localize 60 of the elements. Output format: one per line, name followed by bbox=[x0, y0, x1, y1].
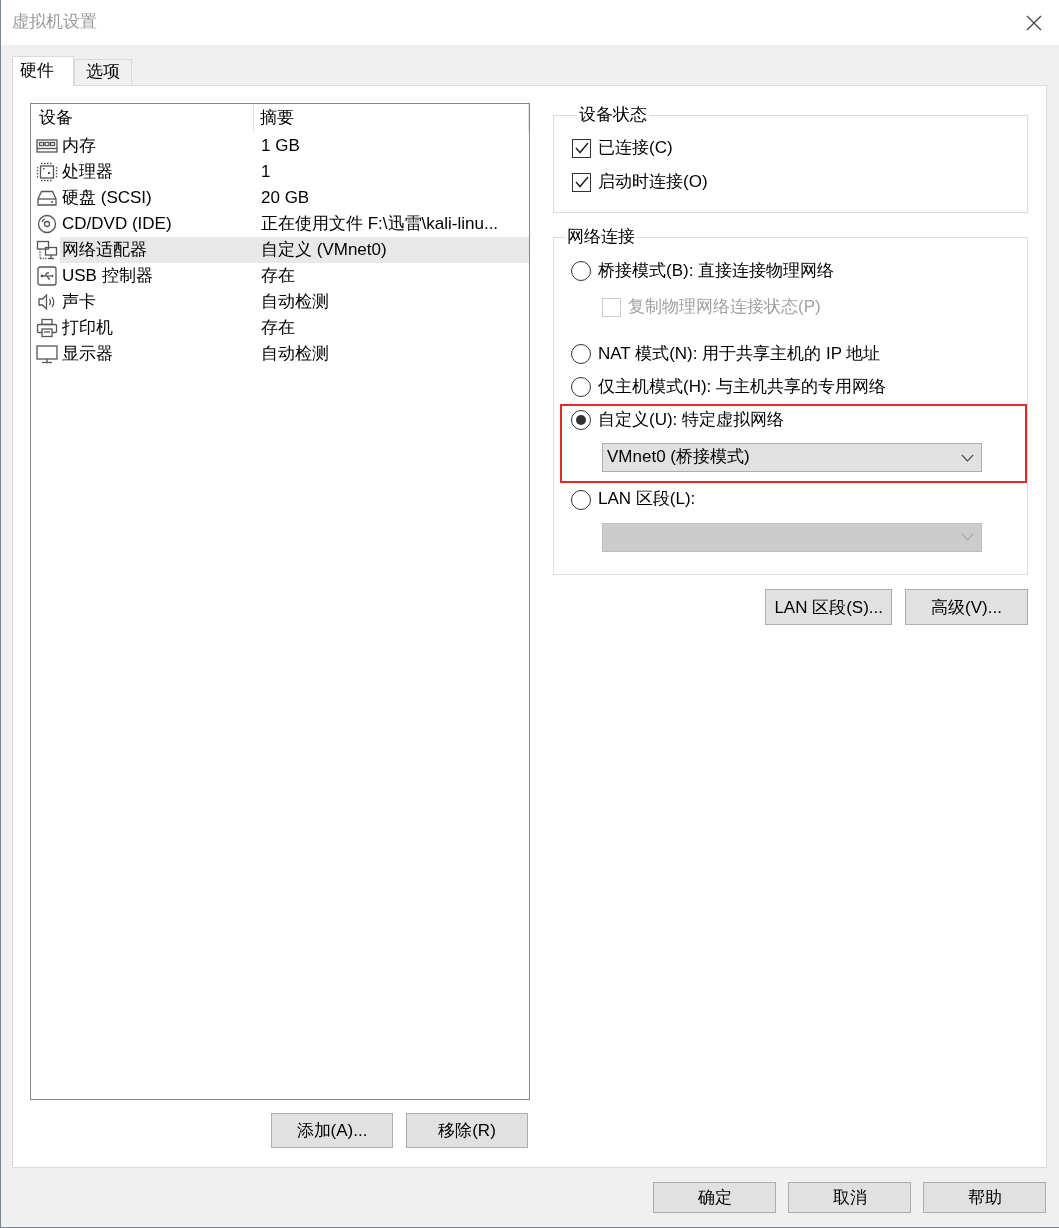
radio-label[interactable]: NAT 模式(N): 用于共享主机的 IP 地址 bbox=[598, 343, 881, 365]
device-name[interactable]: 网络适配器 bbox=[60, 237, 254, 263]
help-button[interactable]: 帮助 bbox=[923, 1182, 1046, 1213]
checkbox[interactable] bbox=[572, 138, 591, 158]
disc-icon bbox=[36, 214, 58, 234]
lan-segments-button[interactable]: LAN 区段(S)... bbox=[765, 589, 892, 625]
remove-button[interactable]: 移除(R) bbox=[406, 1113, 528, 1148]
device-name[interactable]: 声卡 bbox=[60, 289, 254, 315]
close-icon[interactable] bbox=[1026, 14, 1042, 31]
check-icon bbox=[574, 176, 589, 188]
device-summary: 存在 bbox=[260, 316, 296, 339]
device-summary: 自动检测 bbox=[260, 290, 330, 313]
check-icon bbox=[574, 142, 589, 154]
checkbox-label[interactable]: 已连接(C) bbox=[598, 137, 673, 159]
chip-icon bbox=[36, 162, 58, 182]
device-summary: 1 GB bbox=[260, 134, 301, 157]
tab[interactable]: 选项 bbox=[74, 59, 132, 85]
device-name[interactable]: 打印机 bbox=[60, 315, 254, 341]
device-summary: 自定义 (VMnet0) bbox=[254, 237, 529, 263]
device-name[interactable]: CD/DVD (IDE) bbox=[60, 211, 254, 237]
radio-label[interactable]: 桥接模式(B): 直接连接物理网络 bbox=[598, 260, 835, 282]
checkbox-label[interactable]: 启动时连接(O) bbox=[598, 171, 708, 193]
dropdown[interactable]: VMnet0 (桥接模式) bbox=[602, 443, 982, 472]
radio-label[interactable]: LAN 区段(L): bbox=[598, 489, 696, 510]
column-header[interactable]: 设备 bbox=[31, 104, 254, 133]
radio-button[interactable] bbox=[571, 261, 591, 281]
cancel-button[interactable]: 取消 bbox=[788, 1182, 911, 1213]
network-computers-icon bbox=[36, 240, 58, 260]
device-name[interactable]: 显示器 bbox=[60, 341, 254, 367]
chevron-down-icon bbox=[961, 453, 974, 462]
tab[interactable]: 硬件 bbox=[12, 56, 74, 86]
column-header[interactable]: 摘要 bbox=[254, 104, 529, 133]
radio-label[interactable]: 仅主机模式(H): 与主机共享的专用网络 bbox=[598, 376, 887, 398]
radio-button[interactable] bbox=[571, 410, 591, 430]
device-summary: 正在使用文件 F:\迅雷\kali-linu... bbox=[260, 212, 500, 235]
group-title: 网络连接 bbox=[566, 227, 636, 247]
add-button[interactable]: 添加(A)... bbox=[271, 1113, 393, 1148]
printer-icon bbox=[36, 318, 58, 338]
device-name[interactable]: 处理器 bbox=[60, 159, 254, 185]
monitor-icon bbox=[36, 344, 58, 364]
radio-button[interactable] bbox=[571, 344, 591, 364]
radio-label[interactable]: 自定义(U): 特定虚拟网络 bbox=[598, 409, 785, 431]
device-summary: 自动检测 bbox=[260, 342, 330, 365]
ok-button[interactable]: 确定 bbox=[653, 1182, 776, 1213]
advanced-button[interactable]: 高级(V)... bbox=[905, 589, 1028, 625]
usb-icon bbox=[36, 266, 58, 286]
device-name[interactable]: USB 控制器 bbox=[60, 263, 254, 289]
device-summary: 存在 bbox=[260, 264, 296, 287]
device-summary: 20 GB bbox=[260, 186, 311, 209]
device-name[interactable]: 内存 bbox=[60, 133, 254, 159]
drive-icon bbox=[36, 188, 58, 208]
radio-button[interactable] bbox=[571, 489, 591, 510]
radio-button[interactable] bbox=[571, 377, 591, 397]
memory-module-icon bbox=[36, 136, 58, 156]
checkbox[interactable] bbox=[572, 172, 591, 192]
device-name[interactable]: 硬盘 (SCSI) bbox=[60, 185, 254, 211]
group-title: 设备状态 bbox=[578, 105, 648, 125]
device-summary: 1 bbox=[260, 160, 272, 183]
window-title: 虚拟机设置 bbox=[12, 12, 97, 33]
chevron-down-icon bbox=[961, 533, 974, 541]
